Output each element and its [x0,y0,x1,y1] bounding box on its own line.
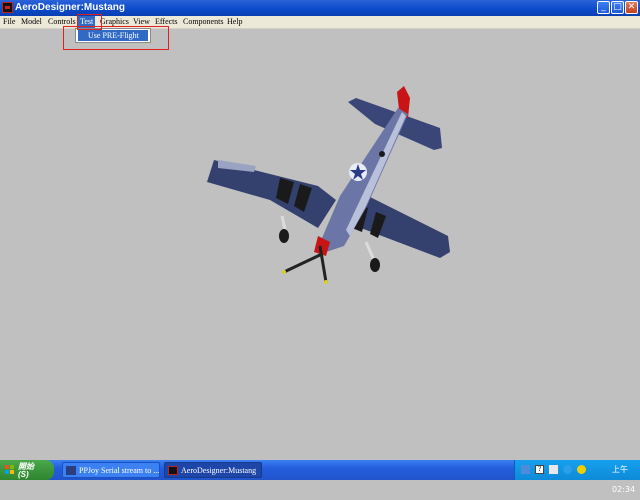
start-label: 開始 (S) [18,462,34,479]
start-button[interactable]: 開始 (S) [0,460,54,480]
close-button[interactable]: ✕ [625,1,638,14]
menu-file[interactable]: File [1,16,17,28]
minimize-button[interactable]: _ [597,1,610,14]
menu-model[interactable]: Model [19,16,44,28]
tray-volume-icon[interactable] [577,465,586,474]
task-joystick-icon [66,466,76,475]
left-wing [207,160,336,228]
tray-language-icon[interactable] [563,465,572,474]
propeller [283,252,323,274]
right-wheel [370,258,380,272]
window-title: AeroDesigner:Mustang [15,2,126,13]
annotation-box-dropdown [63,26,169,50]
task-aircraft-icon [168,466,178,475]
task-ppjoy[interactable]: PPJoy Serial stream to ... [62,462,160,478]
app-icon[interactable] [2,2,13,13]
menu-help[interactable]: Help [225,16,245,28]
clock[interactable]: 上午 02:34 [612,460,640,500]
aircraft-model [207,86,450,284]
system-tray: ? 上午 02:34 [514,460,640,494]
left-wheel [279,229,289,243]
menu-components[interactable]: Components [181,16,225,28]
task-aerodesigner[interactable]: AeroDesigner:Mustang [164,462,262,478]
taskbar: 開始 (S) PPJoy Serial stream to ... AeroDes… [0,460,640,494]
tray-network-icon[interactable] [549,465,558,474]
tray-keyboard-icon[interactable] [521,465,530,474]
tray-help-icon[interactable]: ? [535,465,544,474]
start-logo-icon [5,465,15,475]
3d-viewport[interactable] [0,29,640,460]
maximize-button[interactable]: □ [611,1,624,14]
